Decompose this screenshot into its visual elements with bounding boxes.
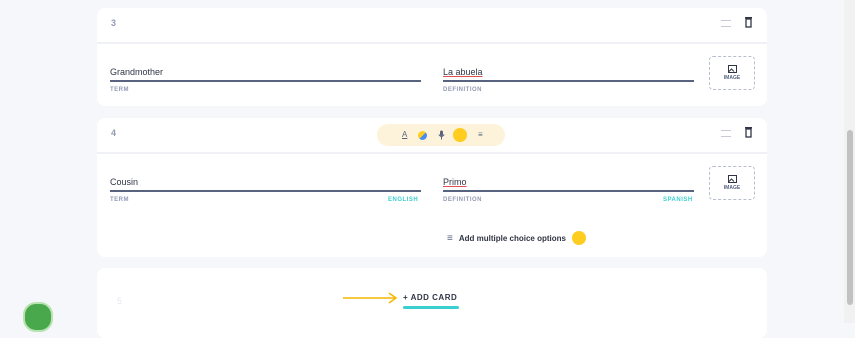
image-upload-button[interactable]: IMAGE (709, 166, 755, 200)
add-card-button[interactable]: + ADD CARD (403, 293, 457, 302)
image-label: IMAGE (723, 185, 741, 191)
definition-underline (443, 190, 694, 192)
term-card-4: 4 A ≡ Cousin TERM ENGLISH Primo DEFINITI… (97, 118, 767, 257)
term-input[interactable]: Cousin (110, 177, 138, 187)
card-number: 4 (111, 128, 117, 138)
term-label: TERM (110, 87, 129, 93)
term-card-3: 3 Grandmother TERM La abuela DEFINITION … (97, 8, 767, 106)
lock-icon (571, 231, 586, 245)
color-icon[interactable] (418, 131, 427, 140)
add-card-underline (403, 306, 459, 309)
image-icon (727, 65, 737, 73)
add-mc-label: Add multiple choice options (458, 233, 566, 243)
term-underline (110, 80, 421, 82)
drag-handle-icon[interactable] (721, 130, 731, 137)
scrollbar-thumb[interactable] (847, 130, 853, 305)
add-multiple-choice-button[interactable]: ≡ Add multiple choice options (447, 231, 586, 245)
image-icon (727, 175, 737, 183)
formatting-toolbar: A ≡ (377, 124, 505, 146)
definition-input[interactable]: Primo (443, 177, 467, 187)
card-header: 4 A ≡ (97, 118, 767, 154)
chat-help-icon[interactable] (23, 302, 53, 332)
text-style-icon[interactable]: A (402, 130, 407, 139)
definition-input[interactable]: La abuela (443, 67, 483, 77)
term-underline (110, 190, 421, 192)
definition-language-button[interactable]: SPANISH (663, 197, 693, 203)
trash-icon[interactable] (744, 126, 753, 138)
term-language-button[interactable]: ENGLISH (388, 197, 418, 203)
list-add-icon: ≡ (447, 232, 453, 244)
arrow-annotation (343, 292, 398, 304)
microphone-icon[interactable] (438, 130, 445, 140)
term-label: TERM (110, 197, 129, 203)
card-actions (721, 126, 753, 138)
image-upload-button[interactable]: IMAGE (709, 56, 755, 90)
next-card-number: 5 (117, 296, 123, 306)
term-input[interactable]: Grandmother (110, 67, 163, 77)
image-label: IMAGE (723, 75, 741, 81)
add-card-row: 5 + ADD CARD (97, 268, 767, 338)
card-header: 3 (97, 8, 767, 44)
definition-underline (443, 80, 694, 82)
definition-label: DEFINITION (443, 197, 482, 203)
list-add-icon[interactable]: ≡ (478, 130, 483, 139)
definition-label: DEFINITION (443, 87, 482, 93)
card-number: 3 (111, 18, 117, 28)
trash-icon[interactable] (744, 16, 753, 28)
lock-icon[interactable] (453, 128, 467, 142)
card-actions (721, 16, 753, 28)
drag-handle-icon[interactable] (721, 20, 731, 27)
